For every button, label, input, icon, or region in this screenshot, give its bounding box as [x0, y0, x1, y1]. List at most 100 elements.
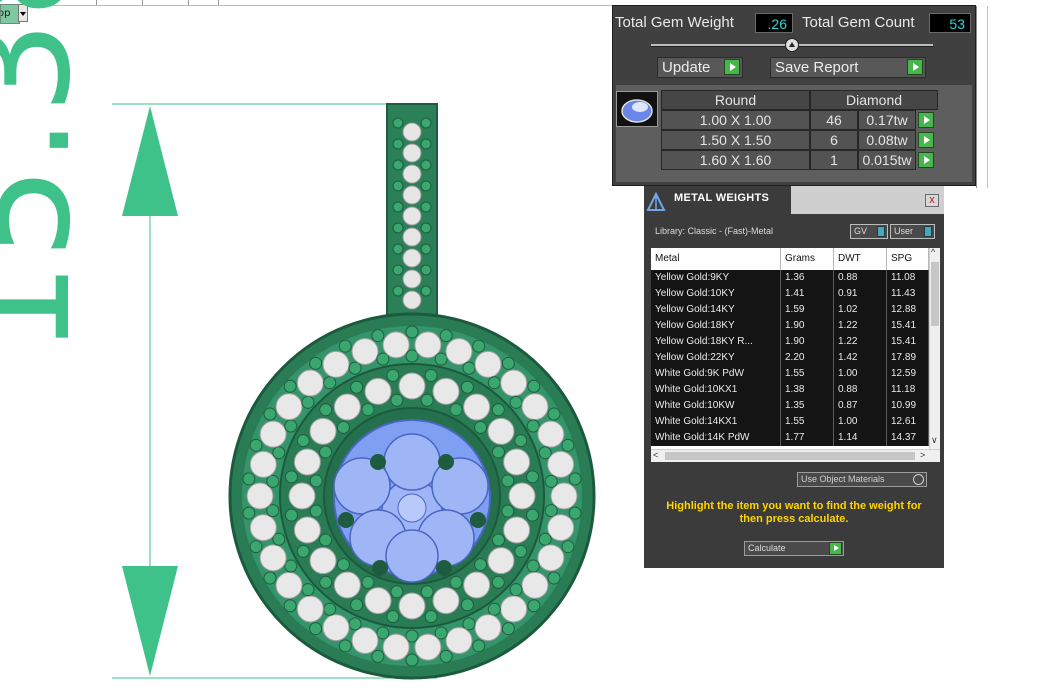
scroll-up-icon[interactable]: ^	[931, 248, 935, 257]
gv-toggle-indicator-icon	[877, 226, 885, 237]
inner-prong	[336, 558, 350, 572]
column-header-grams[interactable]: Grams	[781, 248, 834, 270]
metal-table-cell: Yellow Gold:18KY R...	[651, 334, 781, 350]
metal-table-cell: 17.89	[887, 350, 929, 366]
bail-diamond	[402, 227, 422, 247]
inner-prong	[420, 393, 434, 407]
panel-slider-knob[interactable]	[785, 38, 799, 52]
gem-size-cell[interactable]: 1.50 X 1.50	[661, 130, 810, 150]
update-button[interactable]: Update	[657, 57, 743, 78]
metal-table-row[interactable]: White Gold:10KX1 1.38 0.88 11.18	[651, 382, 929, 398]
calculate-play-icon[interactable]	[829, 542, 842, 555]
outer-prong	[301, 583, 315, 597]
inner-prong	[525, 470, 539, 484]
user-toggle[interactable]: User	[890, 224, 935, 239]
metal-table-vertical-scrollbar[interactable]: ^ ∨	[929, 248, 940, 449]
metal-table-row[interactable]: Yellow Gold:18KY R... 1.90 1.22 15.41	[651, 334, 929, 350]
bail-prong	[392, 180, 404, 192]
outer-prong	[309, 622, 323, 636]
save-report-button[interactable]: Save Report	[770, 57, 926, 78]
metal-table-cell: White Gold:10KW	[651, 398, 781, 414]
update-play-icon[interactable]	[724, 59, 740, 75]
outer-diamond	[296, 369, 324, 397]
outer-diamond	[521, 393, 549, 421]
inner-prong	[285, 470, 299, 484]
outer-prong	[348, 617, 362, 631]
metal-table-row[interactable]: White Gold:14KX1 1.55 1.00 12.61	[651, 414, 929, 430]
outer-prong	[348, 361, 362, 375]
column-header-spg[interactable]: SPG	[887, 248, 929, 270]
metal-table-row[interactable]: Yellow Gold:9KY 1.36 0.88 11.08	[651, 270, 929, 286]
use-object-materials-toggle[interactable]: Use Object Materials	[797, 472, 927, 487]
gem-weight-cell[interactable]: 0.17tw	[858, 110, 916, 130]
column-header-metal[interactable]: Metal	[651, 248, 781, 270]
metal-table-cell: White Gold:9K PdW	[651, 366, 781, 382]
inner-prong	[361, 403, 375, 417]
gem-count-cell[interactable]: 46	[810, 110, 858, 130]
save-report-button-label: Save Report	[775, 59, 859, 76]
outer-diamond	[521, 571, 549, 599]
gem-row-play-icon[interactable]	[918, 132, 934, 148]
gem-shape-thumbnail[interactable]	[616, 91, 658, 127]
metal-table-row[interactable]: White Gold:9K PdW 1.55 1.00 12.59	[651, 366, 929, 382]
total-gem-count-value: 53	[929, 13, 971, 33]
gv-toggle[interactable]: GV	[850, 224, 888, 239]
outer-prong	[487, 376, 501, 390]
inner-prong	[514, 434, 528, 448]
dimension-value: 15.38	[0, 0, 103, 356]
scroll-down-icon[interactable]: ∨	[931, 435, 938, 446]
gem-row-play-icon[interactable]	[918, 152, 934, 168]
outer-prong	[462, 361, 476, 375]
inner-diamond	[463, 393, 491, 421]
scroll-right-icon[interactable]: >	[920, 450, 925, 460]
metal-table-row[interactable]: White Gold:10KW 1.35 0.87 10.99	[651, 398, 929, 414]
inner-prong	[460, 380, 474, 394]
metal-table-cell: 15.41	[887, 334, 929, 350]
outer-diamond	[547, 514, 575, 542]
metal-weights-title: METAL WEIGHTS	[674, 192, 770, 204]
metal-table-row[interactable]: Yellow Gold:18KY 1.90 1.22 15.41	[651, 318, 929, 334]
scrollbar-thumb[interactable]	[931, 262, 939, 326]
gem-weight-cell[interactable]: 0.08tw	[858, 130, 916, 150]
metal-table-cell: 1.22	[834, 318, 887, 334]
save-report-play-icon[interactable]	[907, 59, 923, 75]
metal-table-horizontal-scrollbar[interactable]: < >	[651, 449, 940, 462]
outer-diamond	[322, 350, 350, 378]
gem-size-cell[interactable]: 1.60 X 1.60	[661, 150, 810, 170]
total-gem-weight-value: .26	[755, 13, 793, 33]
gem-weight-cell[interactable]: 0.015tw	[858, 150, 916, 170]
center-cluster	[333, 419, 491, 583]
calculate-button[interactable]: Calculate	[744, 541, 844, 556]
gem-row-play-icon[interactable]	[918, 112, 934, 128]
gem-count-cell[interactable]: 1	[810, 150, 858, 170]
outer-prong	[561, 540, 575, 554]
scrollbar-thumb[interactable]	[665, 452, 915, 460]
inner-diamond	[463, 571, 491, 599]
inner-prong	[491, 533, 505, 547]
edge-line	[976, 6, 977, 188]
metal-table-row[interactable]: White Gold:14K PdW 1.77 1.14 14.37	[651, 430, 929, 446]
scroll-left-icon[interactable]: <	[653, 450, 658, 460]
close-icon[interactable]: x	[925, 194, 939, 207]
metal-table-row[interactable]: Yellow Gold:14KY 1.59 1.02 12.88	[651, 302, 929, 318]
gem-size-cell[interactable]: 1.00 X 1.00	[661, 110, 810, 130]
inner-diamond	[487, 547, 515, 575]
gem-summary-panel: Total Gem Weight .26 Total Gem Count 53 …	[612, 5, 976, 186]
outer-diamond	[474, 350, 502, 378]
outer-prong	[371, 329, 385, 343]
metal-table-cell: White Gold:14KX1	[651, 414, 781, 430]
bail-prong	[392, 159, 404, 171]
metal-table-cell: 12.59	[887, 366, 929, 382]
metal-table-row[interactable]: Yellow Gold:10KY 1.41 0.91 11.43	[651, 286, 929, 302]
model-viewport[interactable]: 15.38	[0, 0, 612, 697]
outer-prong	[538, 532, 552, 546]
inner-prong	[491, 575, 505, 589]
gem-count-cell[interactable]: 6	[810, 130, 858, 150]
column-header-dwt[interactable]: DWT	[834, 248, 887, 270]
metal-table-row[interactable]: Yellow Gold:22KY 2.20 1.42 17.89	[651, 350, 929, 366]
outer-prong	[439, 329, 453, 343]
outer-prong	[547, 407, 561, 421]
bail-diamond	[402, 248, 422, 268]
metal-table-cell: 1.90	[781, 318, 834, 334]
inner-prong	[350, 380, 364, 394]
